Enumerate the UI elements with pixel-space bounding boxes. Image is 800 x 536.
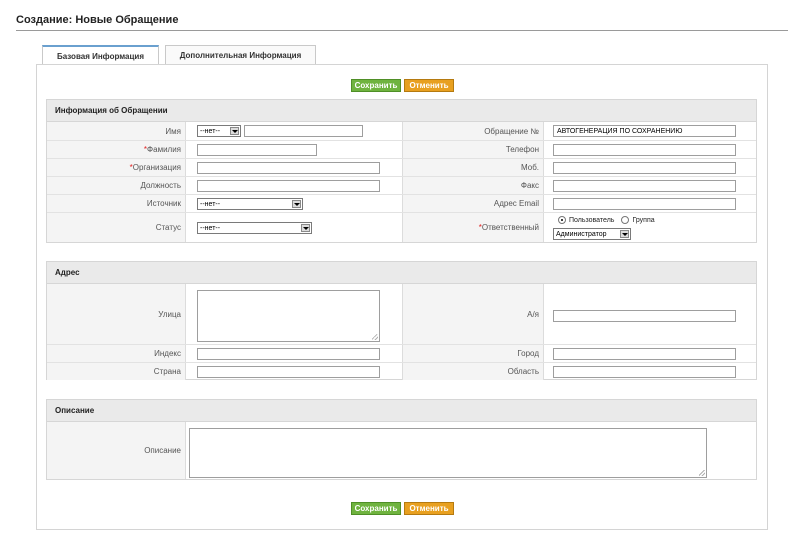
label-description: Описание [47,422,186,479]
section-header-address: Адрес [46,261,757,283]
label-zip: Индекс [47,345,186,362]
radio-user-label: Пользователь [569,216,615,224]
chevron-down-icon [301,224,310,232]
fax-input[interactable] [553,180,736,192]
pobox-input[interactable] [553,310,736,322]
label-mobile: Моб. [402,159,544,176]
label-lastname: * Фамилия [47,141,186,158]
mobile-input[interactable] [553,162,736,174]
salutation-select[interactable]: --нет-- [197,125,241,137]
resize-grip-icon[interactable] [372,334,378,340]
label-status: Статус [47,213,186,242]
source-value: --нет-- [200,200,221,208]
position-input[interactable] [197,180,380,192]
description-grid: Описание [46,421,757,480]
chevron-down-icon [292,200,301,208]
label-phone: Телефон [402,141,544,158]
radio-user[interactable] [558,216,566,224]
label-firstname: Имя [47,122,186,140]
info-grid: Имя --нет-- Обращение № АВТОГЕНЕРАЦИЯ ПО… [46,121,757,243]
status-value: --нет-- [200,224,221,232]
tab-basic-info[interactable]: Базовая Информация [42,45,159,65]
tab-additional-info[interactable]: Дополнительная Информация [165,45,316,65]
radio-group[interactable] [621,216,630,224]
label-assigned: * Ответственный [402,213,544,242]
region-input[interactable] [553,366,736,378]
description-textarea[interactable] [189,428,707,478]
label-pobox: А/я [402,284,544,344]
row-street: Улица А/я [47,284,756,344]
label-street: Улица [47,284,186,344]
firstname-input[interactable] [244,125,363,137]
title-divider [16,30,788,31]
label-source: Источник [47,195,186,212]
row-description: Описание [47,422,756,479]
label-fax: Факс [402,177,544,194]
chevron-down-icon [620,230,629,238]
row-zip: Индекс Город [47,344,756,362]
row-lastname: * Фамилия Телефон [47,140,756,158]
label-assigned-text: Ответственный [481,223,539,232]
label-email: Адрес Email [402,195,544,212]
resize-grip-icon[interactable] [699,470,705,476]
salutation-value: --нет-- [200,127,221,135]
cancel-button-bottom[interactable]: Отменить [404,502,454,515]
lastname-input[interactable] [197,144,317,156]
label-lastname-text: Фамилия [147,145,181,154]
assigned-type-group: Пользователь Группа [558,215,655,225]
address-grid: Улица А/я Индекс Город Страна Область [46,283,757,380]
save-button-bottom[interactable]: Сохранить [351,502,401,515]
source-select[interactable]: --нет-- [197,198,303,210]
organization-input[interactable] [197,162,380,174]
label-position: Должность [47,177,186,194]
label-city: Город [402,345,544,362]
country-input[interactable] [197,366,380,378]
row-name: Имя --нет-- Обращение № АВТОГЕНЕРАЦИЯ ПО… [47,122,756,140]
save-button-top[interactable]: Сохранить [351,79,401,92]
row-position: Должность Факс [47,176,756,194]
phone-input[interactable] [553,144,736,156]
section-header-description: Описание [46,399,757,421]
label-country: Страна [47,363,186,380]
radio-group-label: Группа [632,216,655,224]
row-country: Страна Область [47,362,756,380]
label-organization-text: Организация [132,163,181,172]
page-title: Создание: Новые Обращение [16,14,179,26]
email-input[interactable] [553,198,736,210]
row-status: Статус --нет-- * Ответственный Пользовате… [47,212,756,242]
chevron-down-icon [230,127,239,135]
city-input[interactable] [553,348,736,360]
assigned-select[interactable]: Администратор [553,228,631,240]
cancel-button-top[interactable]: Отменить [404,79,454,92]
label-number: Обращение № [402,122,544,140]
number-input[interactable]: АВТОГЕНЕРАЦИЯ ПО СОХРАНЕНИЮ [553,125,736,137]
street-textarea[interactable] [197,290,380,342]
row-organization: * Организация Моб. [47,158,756,176]
section-header-info: Информация об Обращении [46,99,757,121]
assigned-value: Администратор [556,230,607,238]
zip-input[interactable] [197,348,380,360]
row-source: Источник --нет-- Адрес Email [47,194,756,212]
status-select[interactable]: --нет-- [197,222,312,234]
label-organization: * Организация [47,159,186,176]
label-region: Область [402,363,544,380]
